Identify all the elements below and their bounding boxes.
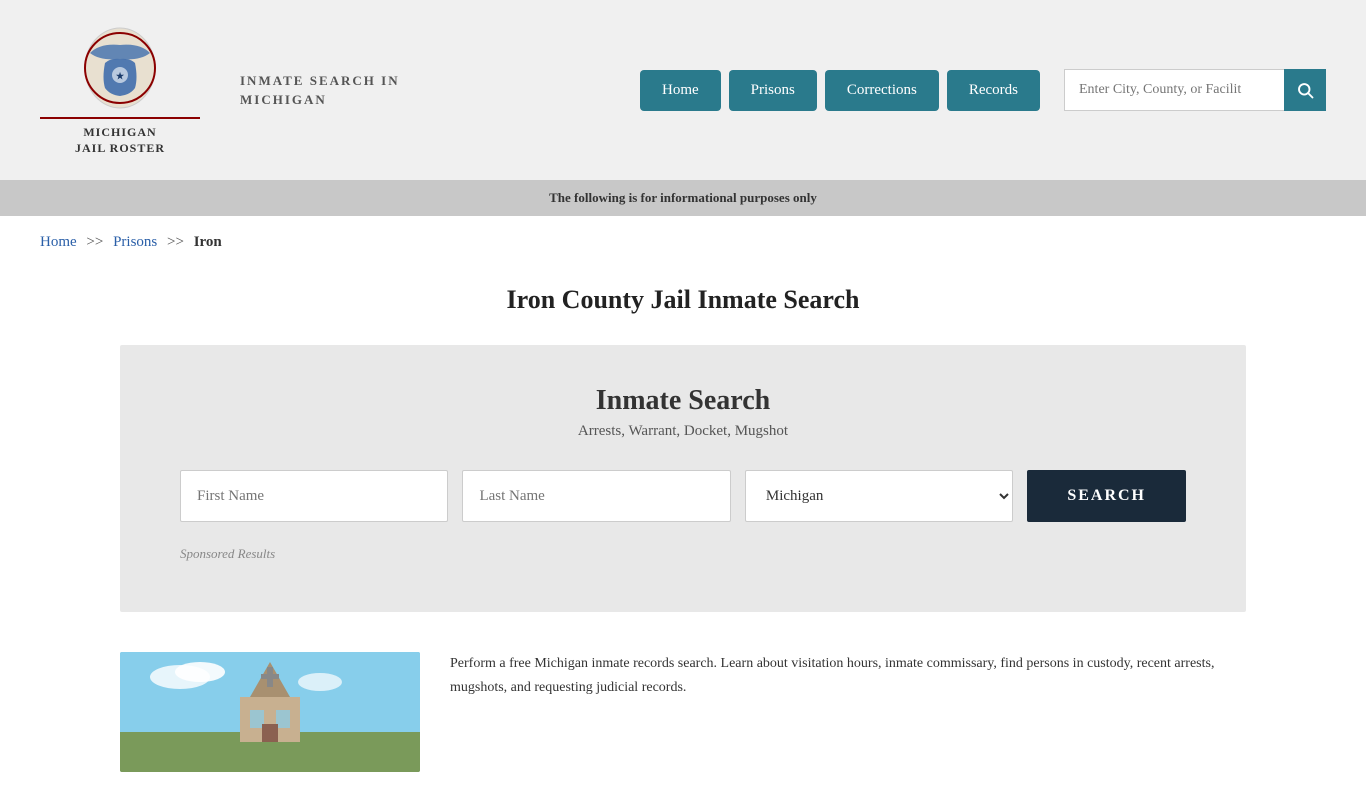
last-name-input[interactable] bbox=[462, 470, 730, 522]
svg-text:★: ★ bbox=[116, 71, 125, 81]
sponsored-results-label: Sponsored Results bbox=[180, 546, 1186, 562]
nav-corrections-button[interactable]: Corrections bbox=[825, 70, 939, 111]
michigan-logo-icon: ★ bbox=[80, 23, 160, 113]
search-box-title: Inmate Search bbox=[180, 385, 1186, 417]
search-fields: AlabamaAlaskaArizonaArkansasCaliforniaCo… bbox=[180, 470, 1186, 522]
search-box-subtitle: Arrests, Warrant, Docket, Mugshot bbox=[180, 423, 1186, 440]
breadcrumb-home-link[interactable]: Home bbox=[40, 234, 77, 250]
header-search-area bbox=[1064, 69, 1326, 111]
header: ★ MICHIGAN JAIL ROSTER INMATE SEARCH IN … bbox=[0, 0, 1366, 180]
page-title: Iron County Jail Inmate Search bbox=[40, 285, 1326, 315]
logo-text: MICHIGAN JAIL ROSTER bbox=[75, 125, 165, 156]
header-search-button[interactable] bbox=[1284, 69, 1326, 111]
nav-records-button[interactable]: Records bbox=[947, 70, 1040, 111]
site-title: INMATE SEARCH IN MICHIGAN bbox=[240, 71, 400, 110]
breadcrumb-sep-2: >> bbox=[167, 234, 184, 250]
nav-prisons-button[interactable]: Prisons bbox=[729, 70, 817, 111]
bottom-description: Perform a free Michigan inmate records s… bbox=[450, 652, 1246, 700]
breadcrumb-current: Iron bbox=[194, 234, 222, 250]
inmate-search-container: Inmate Search Arrests, Warrant, Docket, … bbox=[120, 345, 1246, 612]
breadcrumb-sep-1: >> bbox=[86, 234, 103, 250]
state-select[interactable]: AlabamaAlaskaArizonaArkansasCaliforniaCo… bbox=[745, 470, 1013, 522]
search-submit-button[interactable]: SEARCH bbox=[1027, 470, 1186, 522]
logo-area: ★ MICHIGAN JAIL ROSTER bbox=[40, 23, 200, 156]
search-icon bbox=[1296, 81, 1314, 99]
facility-image-svg bbox=[120, 652, 420, 772]
breadcrumb-prisons-link[interactable]: Prisons bbox=[113, 234, 157, 250]
bottom-section: Perform a free Michigan inmate records s… bbox=[0, 632, 1366, 792]
info-bar: The following is for informational purpo… bbox=[0, 180, 1366, 216]
logo-divider bbox=[40, 117, 200, 119]
nav-area: Home Prisons Corrections Records bbox=[640, 69, 1326, 111]
nav-home-button[interactable]: Home bbox=[640, 70, 721, 111]
breadcrumb: Home >> Prisons >> Iron bbox=[0, 216, 1366, 261]
header-search-input[interactable] bbox=[1064, 69, 1284, 111]
facility-image bbox=[120, 652, 420, 772]
first-name-input[interactable] bbox=[180, 470, 448, 522]
page-title-area: Iron County Jail Inmate Search bbox=[0, 261, 1366, 325]
